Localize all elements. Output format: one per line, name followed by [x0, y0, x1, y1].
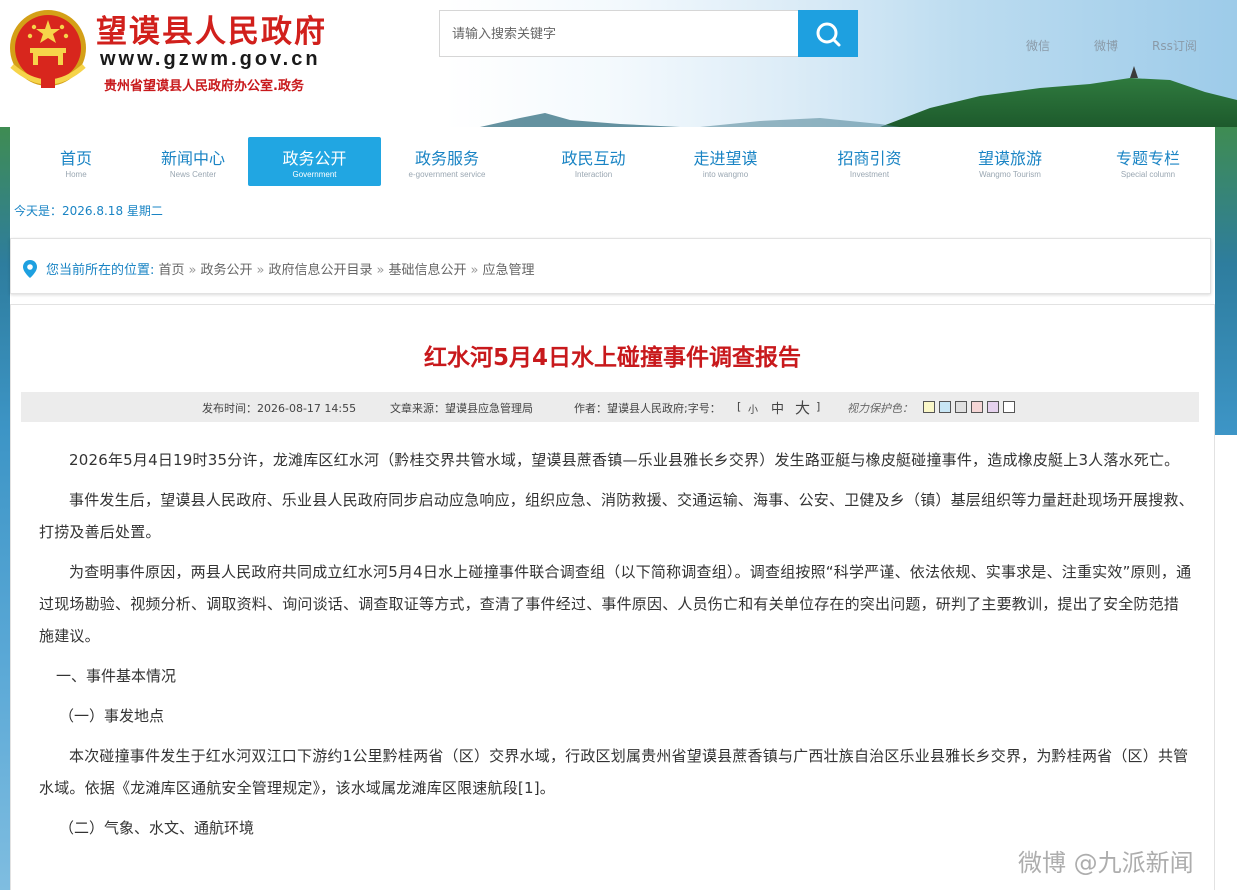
nav-item-government[interactable]: 政务公开 Government — [248, 137, 381, 186]
nav-item-news-center[interactable]: 新闻中心 News Center — [148, 137, 238, 186]
article-panel: 红水河5月4日水上碰撞事件调查报告 发布时间：2026-08-17 14:55 … — [10, 304, 1215, 890]
nav-item-investment[interactable]: 招商引资 Investment — [822, 137, 917, 186]
site-name: 望谟县人民政府 — [96, 14, 327, 50]
nav-item-sublabel: News Center — [169, 170, 217, 179]
nav-item-special-column[interactable]: 专题专栏 Special column — [1098, 137, 1198, 186]
today-date: 今天是：2026.8.18 星期二 — [14, 204, 163, 218]
main-nav: 首页 Home 新闻中心 News Center 政务公开 Government… — [10, 127, 1215, 190]
search-button[interactable] — [798, 10, 858, 57]
background-right-lower — [1215, 435, 1237, 890]
nav-item-label: 走进望谟 — [693, 149, 758, 168]
font-size-small-button[interactable]: 小 — [748, 401, 758, 416]
nav-item-sublabel: Home — [65, 170, 87, 179]
eye-color-swatch[interactable] — [971, 401, 983, 413]
weibo-link[interactable]: 微博 — [1094, 37, 1118, 54]
source-watermark: 微博 @九派新闻 — [1018, 849, 1194, 877]
nav-item-sublabel: into wangmo — [702, 170, 749, 179]
nav-item-label: 专题专栏 — [1115, 149, 1180, 168]
nav-item-label: 政务服务 — [414, 149, 479, 168]
font-size-medium-button[interactable]: 中 — [771, 398, 784, 417]
location-pin-icon — [23, 260, 37, 278]
search-input[interactable] — [439, 10, 799, 57]
eye-color-swatch[interactable] — [1003, 401, 1015, 413]
nav-item-sublabel: Wangmo Tourism — [979, 170, 1041, 179]
section-heading: 一、事件基本情况 — [56, 667, 177, 685]
article-title: 红水河5月4日水上碰撞事件调查报告 — [423, 345, 801, 371]
site-subtitle: 贵州省望谟县人民政府办公室.政务 — [104, 79, 304, 94]
nav-item-sublabel: Special column — [1120, 170, 1176, 179]
breadcrumb-government[interactable]: 政务公开 — [201, 263, 253, 278]
breadcrumb-basic-info[interactable]: 基础信息公开 — [388, 263, 466, 278]
subsection-heading: （一）事发地点 — [59, 707, 165, 725]
breadcrumb-trail: 您当前所在的位置: 首页» 政务公开» 政府信息公开目录» 基础信息公开» 应急管理 — [46, 259, 534, 278]
nav-item-label: 招商引资 — [837, 149, 902, 168]
article-paragraph: 本次碰撞事件发生于红水河双江口下游约1公里黔桂两省（区）交界水域，行政区划属贵州… — [39, 747, 1189, 797]
rss-link[interactable]: Rss订阅 — [1152, 37, 1197, 54]
national-emblem-icon — [10, 10, 86, 88]
header-banner: 望谟县人民政府 www.gzwm.gov.cn 贵州省望谟县人民政府办公室.政务… — [0, 0, 1237, 127]
eye-protection-label: 视力保护色： — [847, 402, 913, 415]
font-size-large-button[interactable]: 大 — [795, 397, 810, 418]
article-paragraph: 为查明事件原因，两县人民政府共同成立红水河5月4日水上碰撞事件联合调查组（以下简… — [39, 563, 1192, 645]
nav-item-interaction[interactable]: 政民互动 Interaction — [546, 137, 641, 186]
eye-color-swatch[interactable] — [939, 401, 951, 413]
article-author: 作者：望谟县人民政府;字号： — [574, 402, 721, 415]
page-root: 望谟县人民政府 www.gzwm.gov.cn 贵州省望谟县人民政府办公室.政务… — [0, 0, 1237, 890]
breadcrumb: 您当前所在的位置: 首页» 政务公开» 政府信息公开目录» 基础信息公开» 应急管理 — [10, 238, 1211, 294]
article-meta-bar: 发布时间：2026-08-17 14:55 文章来源：望谟县应急管理局 作者：望… — [21, 392, 1199, 422]
breadcrumb-separator: » — [376, 263, 385, 278]
breadcrumb-info-directory[interactable]: 政府信息公开目录 — [269, 263, 373, 278]
breadcrumb-separator: » — [188, 263, 197, 278]
nav-item-e-government[interactable]: 政务服务 e-government service — [396, 137, 498, 186]
breadcrumb-emergency-management[interactable]: 应急管理 — [482, 263, 534, 278]
background-scenery-left — [0, 127, 10, 890]
nav-item-into-wangmo[interactable]: 走进望谟 into wangmo — [678, 137, 773, 186]
nav-item-sublabel: Investment — [849, 170, 890, 179]
article-body: 2026年5月4日19时35分许，龙滩库区红水河（黔桂交界共管水域，望谟县蔗香镇… — [39, 444, 1194, 852]
nav-item-label: 望谟旅游 — [977, 149, 1042, 168]
date-bar: 今天是：2026.8.18 星期二 — [10, 190, 1215, 234]
subsection-heading: （二）气象、水文、通航环境 — [59, 819, 255, 837]
search-icon — [816, 22, 841, 46]
breadcrumb-section: 您当前所在的位置: 首页» 政务公开» 政府信息公开目录» 基础信息公开» 应急管理 — [10, 234, 1215, 304]
font-size-bracket-close: ] — [816, 400, 821, 413]
article-source: 文章来源：望谟县应急管理局 — [390, 402, 533, 415]
article-paragraph: 2026年5月4日19时35分许，龙滩库区红水河（黔桂交界共管水域，望谟县蔗香镇… — [69, 451, 1180, 469]
publish-time: 发布时间：2026-08-17 14:55 — [202, 402, 357, 415]
site-url: www.gzwm.gov.cn — [100, 48, 321, 70]
eye-color-swatch[interactable] — [955, 401, 967, 413]
nav-item-label: 新闻中心 — [160, 149, 225, 168]
wechat-link[interactable]: 微信 — [1026, 37, 1050, 54]
breadcrumb-home[interactable]: 首页 — [159, 263, 185, 278]
nav-item-sublabel: Government — [292, 170, 337, 179]
nav-item-label: 政务公开 — [282, 149, 347, 168]
article-paragraph: 事件发生后，望谟县人民政府、乐业县人民政府同步启动应急响应，组织应急、消防救援、… — [39, 491, 1194, 541]
eye-color-swatch[interactable] — [987, 401, 999, 413]
breadcrumb-separator: » — [470, 263, 479, 278]
font-size-bracket-open: [ — [737, 400, 742, 413]
nav-item-sublabel: Interaction — [574, 170, 613, 179]
nav-item-label: 政民互动 — [561, 149, 626, 168]
breadcrumb-label: 您当前所在的位置: — [46, 263, 155, 278]
eye-color-swatch[interactable] — [923, 401, 935, 413]
nav-item-label: 首页 — [59, 149, 92, 168]
nav-item-tourism[interactable]: 望谟旅游 Wangmo Tourism — [960, 137, 1060, 186]
nav-item-home[interactable]: 首页 Home — [40, 137, 112, 186]
nav-item-sublabel: e-government service — [408, 170, 486, 179]
breadcrumb-separator: » — [256, 263, 265, 278]
